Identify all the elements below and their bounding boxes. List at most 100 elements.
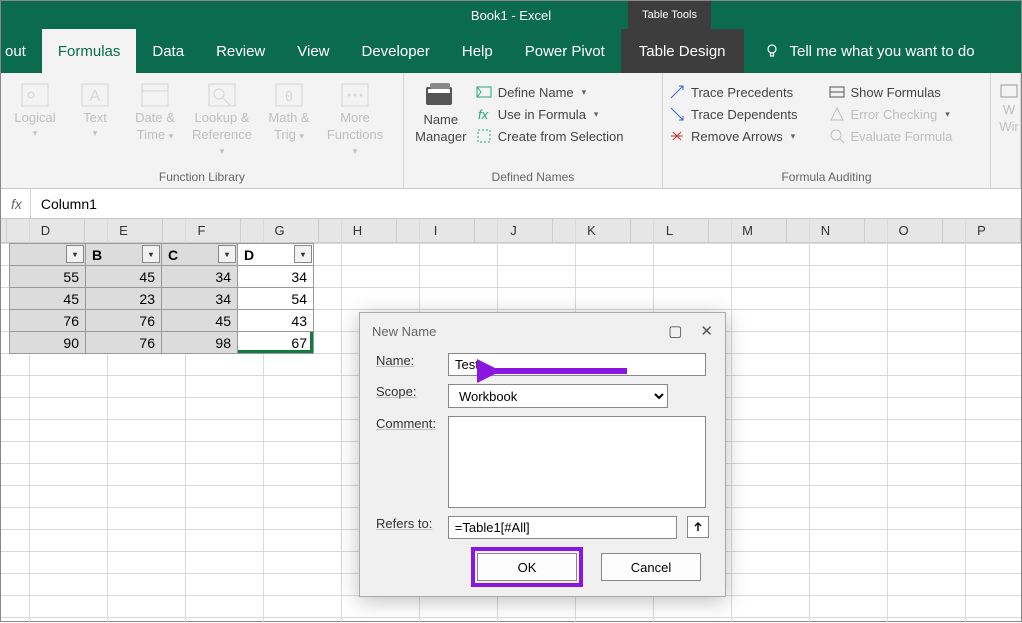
remove-arrows-button[interactable]: Remove Arrows▾ — [667, 125, 827, 147]
chevron-down-icon: ▾ — [791, 131, 796, 142]
column-header[interactable]: G — [241, 219, 319, 242]
tab-developer[interactable]: Developer — [346, 29, 446, 73]
column-header[interactable]: E — [85, 219, 163, 242]
text-button[interactable]: AText▾ — [65, 79, 125, 140]
formula-input[interactable]: Column1 — [31, 189, 1021, 218]
comment-textarea[interactable] — [448, 416, 706, 508]
show-formulas-icon — [829, 84, 845, 100]
new-name-dialog: New Name ▢ ✕ Name: Scope:Workbook Commen… — [359, 312, 726, 597]
lookup-reference-button[interactable]: Lookup &Reference ▾ — [185, 79, 259, 160]
group-defined-names-label: Defined Names — [404, 170, 662, 188]
chevron-down-icon: ▾ — [582, 87, 587, 98]
filter-dropdown-icon[interactable]: ▾ — [142, 245, 160, 263]
tab-view[interactable]: View — [281, 29, 345, 73]
ribbon-tabs: out Formulas Data Review View Developer … — [1, 29, 1021, 73]
column-header[interactable]: N — [787, 219, 865, 242]
trace-precedents-button[interactable]: Trace Precedents — [667, 81, 827, 103]
maximize-icon[interactable]: ▢ — [668, 322, 682, 340]
define-name-button[interactable]: Define Name▾ — [474, 81, 626, 103]
text-label: Text — [83, 111, 107, 126]
filter-dropdown-icon[interactable]: ▾ — [294, 245, 312, 263]
data-table[interactable]: ▾ B▾ C▾ D▾ 55453434 45233454 76764543 90… — [9, 243, 314, 354]
more-functions-button[interactable]: MoreFunctions ▾ — [319, 79, 391, 160]
use-in-formula-button[interactable]: fxUse in Formula▾ — [474, 103, 626, 125]
tab-table-design[interactable]: Table Design — [621, 29, 744, 73]
tab-out-partial[interactable]: out — [1, 29, 42, 73]
scope-select[interactable]: Workbook — [448, 384, 668, 408]
table-row: 55453434 — [10, 266, 314, 288]
column-header[interactable]: D — [7, 219, 85, 242]
close-icon[interactable]: ✕ — [700, 322, 713, 340]
window-title: Book1 - Excel — [471, 8, 551, 23]
group-defined-names: NameManager Define Name▾ fxUse in Formul… — [404, 73, 663, 188]
logical-button[interactable]: Logical▾ — [5, 79, 65, 140]
table-row: 90769867 — [10, 332, 314, 354]
lightbulb-icon — [764, 43, 780, 59]
logical-label: Logical — [14, 111, 55, 126]
formula-bar: fx Column1 — [1, 189, 1021, 219]
show-formulas-button[interactable]: Show Formulas — [827, 81, 987, 103]
filter-dropdown-icon[interactable]: ▾ — [66, 245, 84, 263]
chevron-down-icon: ▾ — [945, 109, 950, 120]
name-input[interactable] — [448, 353, 706, 376]
dialog-title: New Name — [372, 324, 436, 339]
column-header[interactable]: O — [865, 219, 943, 242]
column-headers-row: DEFGHIJKLMNOP — [1, 219, 1021, 243]
error-checking-icon — [829, 106, 845, 122]
error-checking-button[interactable]: Error Checking▾ — [827, 103, 987, 125]
refers-to-label: Refers to: — [376, 516, 442, 531]
group-function-library: Logical▾ AText▾ Date &Time ▾ Lookup &Ref… — [1, 73, 404, 188]
precedents-icon — [669, 84, 685, 100]
chevron-down-icon: ▾ — [594, 109, 599, 120]
header-c[interactable]: C▾ — [162, 244, 238, 266]
fx-icon[interactable]: fx — [3, 189, 31, 218]
dependents-icon — [669, 106, 685, 122]
date-time-button[interactable]: Date &Time ▾ — [125, 79, 185, 145]
tab-power-pivot[interactable]: Power Pivot — [509, 29, 621, 73]
formula-icon: fx — [476, 106, 492, 122]
watch-window-button[interactable]: WWir — [995, 79, 1022, 137]
create-from-selection-button[interactable]: Create from Selection — [474, 125, 626, 147]
filter-dropdown-icon[interactable]: ▾ — [218, 245, 236, 263]
tab-data[interactable]: Data — [136, 29, 200, 73]
cancel-button[interactable]: Cancel — [601, 553, 701, 581]
refers-to-input[interactable] — [448, 516, 677, 539]
table-row: 76764543 — [10, 310, 314, 332]
column-header[interactable]: H — [319, 219, 397, 242]
column-header[interactable]: J — [475, 219, 553, 242]
trace-dependents-button[interactable]: Trace Dependents — [667, 103, 827, 125]
name-manager-button[interactable]: NameManager — [408, 79, 474, 147]
header-b[interactable]: B▾ — [86, 244, 162, 266]
collapse-dialog-icon[interactable] — [687, 516, 709, 538]
tab-formulas[interactable]: Formulas — [42, 29, 137, 73]
header-d[interactable]: D▾ — [238, 244, 314, 266]
group-watch-window: WWir — [991, 73, 1021, 188]
column-header[interactable]: K — [553, 219, 631, 242]
tell-me-label: Tell me what you want to do — [790, 43, 975, 60]
evaluate-icon — [829, 128, 845, 144]
remove-arrows-icon — [669, 128, 685, 144]
tag-icon — [476, 84, 492, 100]
group-function-library-label: Function Library — [1, 170, 403, 188]
selection-icon — [476, 128, 492, 144]
tab-help[interactable]: Help — [446, 29, 509, 73]
svg-text:fx: fx — [478, 107, 489, 122]
column-header[interactable]: P — [943, 219, 1021, 242]
tell-me-search[interactable]: Tell me what you want to do — [764, 29, 975, 73]
tab-review[interactable]: Review — [200, 29, 281, 73]
math-trig-button[interactable]: θMath &Trig ▾ — [259, 79, 319, 145]
contextual-tab-label: Table Tools — [628, 1, 711, 29]
column-header[interactable]: L — [631, 219, 709, 242]
group-formula-auditing: Trace Precedents Trace Dependents Remove… — [663, 73, 991, 188]
ok-button[interactable]: OK — [477, 553, 577, 581]
ribbon: Logical▾ AText▾ Date &Time ▾ Lookup &Ref… — [1, 73, 1021, 189]
dialog-titlebar[interactable]: New Name ▢ ✕ — [360, 313, 725, 349]
column-header[interactable]: M — [709, 219, 787, 242]
evaluate-formula-button[interactable]: Evaluate Formula — [827, 125, 987, 147]
title-bar: Book1 - Excel Table Tools — [1, 1, 1021, 29]
column-header[interactable]: I — [397, 219, 475, 242]
name-manager-icon — [424, 81, 458, 111]
column-header[interactable]: F — [163, 219, 241, 242]
table-row: 45233454 — [10, 288, 314, 310]
svg-text:A: A — [90, 88, 101, 105]
